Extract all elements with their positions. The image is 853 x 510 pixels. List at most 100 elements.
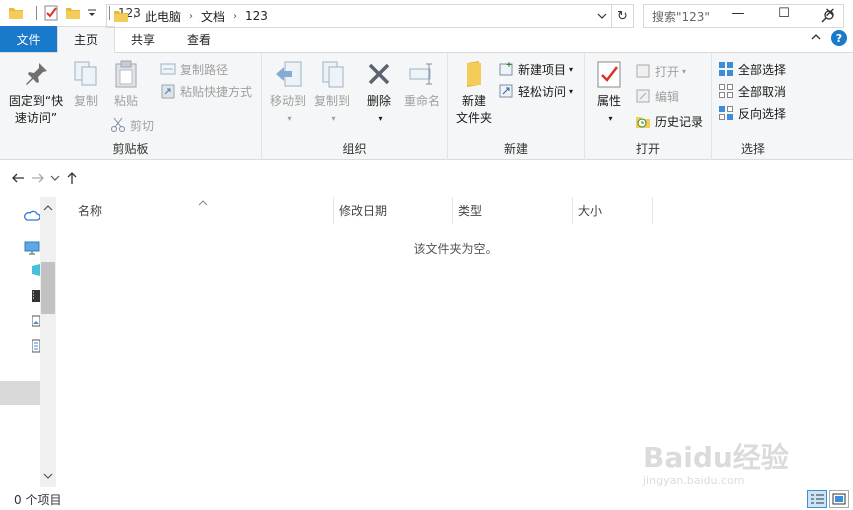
select-all-button[interactable]: 全部选择	[718, 59, 786, 79]
navigation-pane-scroll-thumb[interactable]	[41, 262, 55, 314]
easy-access-icon	[498, 83, 514, 99]
large-icons-view-icon	[832, 493, 846, 505]
3d-objects-icon[interactable]	[32, 263, 40, 280]
pin-label-line1: 固定到“快	[8, 94, 64, 108]
address-dropdown-chevron-icon[interactable]	[597, 10, 607, 24]
breadcrumb-this-pc[interactable]: 此电脑	[141, 8, 185, 25]
edit-button[interactable]: 编辑	[635, 86, 679, 106]
new-folder-button[interactable]: 新建 文件夹	[452, 59, 496, 127]
tab-view[interactable]: 查看	[171, 26, 227, 52]
open-button[interactable]: 打开 ▾	[635, 61, 686, 81]
navigation-row	[0, 162, 853, 194]
scissors-icon	[110, 117, 126, 133]
invert-selection-label: 反向选择	[738, 106, 787, 121]
move-to-icon	[273, 59, 303, 89]
ribbon-tabs: 文件 主页 共享 查看 ?	[0, 26, 853, 53]
documents-icon[interactable]	[31, 339, 41, 356]
delete-dropdown-icon: ▾	[378, 114, 383, 123]
recent-locations-chevron-icon[interactable]	[48, 166, 62, 190]
rename-button[interactable]: 重命名	[400, 59, 444, 110]
watermark-brand: Baidu经验	[643, 441, 789, 474]
pictures-icon[interactable]	[31, 315, 41, 330]
group-label-open: 打开	[635, 142, 660, 156]
copy-to-dropdown-icon: ▾	[331, 114, 336, 123]
copy-path-button[interactable]: 复制路径	[160, 59, 228, 79]
column-header-name[interactable]: 名称	[72, 197, 334, 224]
large-icons-view-button[interactable]	[829, 490, 849, 508]
breadcrumb-documents[interactable]: 文档	[197, 8, 229, 25]
history-button[interactable]: 历史记录	[635, 111, 703, 131]
search-box[interactable]: 搜索"123"	[643, 4, 844, 28]
properties-check-icon[interactable]	[43, 5, 59, 21]
refresh-button[interactable]: ↻	[612, 4, 634, 28]
paste-button[interactable]: 粘贴	[110, 59, 142, 110]
paste-shortcut-button[interactable]: 粘贴快捷方式	[160, 81, 252, 101]
help-icon[interactable]: ?	[831, 30, 847, 46]
navigation-pane-selected-item[interactable]	[0, 381, 40, 405]
select-none-label: 全部取消	[738, 84, 787, 99]
column-header-size[interactable]: 大小	[572, 197, 653, 224]
breadcrumb-current-folder[interactable]: 123	[241, 9, 272, 23]
properties-button[interactable]: 属性 ▾	[591, 59, 627, 127]
pin-to-quick-access-button[interactable]: 固定到“快 速访问”	[6, 59, 66, 127]
select-none-button[interactable]: 全部取消	[718, 81, 786, 101]
delete-label: 删除	[366, 94, 391, 108]
status-bar: 0 个项目	[0, 488, 853, 510]
watermark-url: jingyan.baidu.com	[643, 474, 745, 487]
easy-access-dropdown-icon: ▾	[569, 86, 574, 96]
copy-label: 复制	[73, 94, 98, 108]
properties-label: 属性	[596, 94, 621, 108]
move-to-dropdown-icon: ▾	[287, 114, 292, 123]
breadcrumb-separator[interactable]: ›	[229, 11, 241, 22]
empty-folder-message: 该文件夹为空。	[413, 242, 498, 256]
address-bar[interactable]: › 此电脑 › 文档 › 123	[106, 4, 612, 28]
tab-file[interactable]: 文件	[0, 26, 57, 52]
tab-share[interactable]: 共享	[115, 26, 171, 52]
paste-shortcut-icon	[160, 83, 176, 99]
folder-icon	[8, 5, 24, 21]
search-icon[interactable]	[821, 9, 835, 27]
delete-x-icon	[364, 59, 394, 89]
copy-to-button[interactable]: 复制到 ▾	[310, 59, 354, 127]
videos-icon[interactable]	[32, 289, 40, 306]
invert-selection-button[interactable]: 反向选择	[718, 103, 786, 123]
column-header-date-modified[interactable]: 修改日期	[333, 197, 453, 224]
rename-label: 重命名	[403, 94, 440, 108]
column-header-type[interactable]: 类型	[452, 197, 573, 224]
onedrive-cloud-icon[interactable]	[24, 209, 41, 224]
new-item-label: 新建项目	[518, 62, 567, 77]
copy-button[interactable]: 复制	[70, 59, 102, 110]
move-to-button[interactable]: 移动到 ▾	[266, 59, 310, 127]
new-item-dropdown-icon: ▾	[569, 64, 574, 74]
details-view-button[interactable]	[807, 490, 827, 508]
group-select: 全部选择 全部取消 反向选择 选择	[712, 53, 794, 160]
copy-icon	[71, 59, 101, 89]
forward-arrow-icon[interactable]	[28, 166, 48, 190]
new-folder-icon[interactable]	[65, 5, 81, 21]
select-all-icon	[718, 61, 734, 77]
customize-qat-dropdown-icon[interactable]	[87, 5, 97, 21]
scroll-up-chevron-icon[interactable]	[43, 201, 53, 215]
new-item-button[interactable]: 新建项目 ▾	[498, 59, 573, 79]
refresh-icon: ↻	[617, 8, 628, 24]
breadcrumb-separator[interactable]: ›	[129, 11, 141, 22]
view-switcher	[807, 490, 849, 508]
copy-path-label: 复制路径	[180, 62, 229, 77]
paste-shortcut-label: 粘贴快捷方式	[180, 84, 253, 99]
easy-access-button[interactable]: 轻松访问 ▾	[498, 81, 573, 101]
new-item-icon	[498, 61, 514, 77]
group-clipboard: 固定到“快 速访问” 复制 粘贴 复制路径 粘贴快捷方式 剪切 剪贴板	[0, 53, 262, 160]
collapse-ribbon-chevron-icon[interactable]	[811, 32, 821, 45]
group-label-organize: 组织	[342, 142, 367, 156]
up-arrow-icon[interactable]	[62, 166, 82, 190]
scroll-down-chevron-icon[interactable]	[43, 469, 53, 483]
history-icon	[635, 113, 651, 129]
group-organize: 移动到 ▾ 复制到 ▾ 删除 ▾ 重命名 组织	[262, 53, 448, 160]
back-arrow-icon[interactable]	[8, 166, 28, 190]
item-count: 0 个项目	[14, 492, 62, 507]
tab-home[interactable]: 主页	[57, 26, 116, 53]
easy-access-label: 轻松访问	[518, 84, 567, 99]
breadcrumb-separator[interactable]: ›	[185, 11, 197, 22]
cut-button[interactable]: 剪切	[110, 115, 154, 135]
delete-button[interactable]: 删除 ▾	[362, 59, 396, 127]
